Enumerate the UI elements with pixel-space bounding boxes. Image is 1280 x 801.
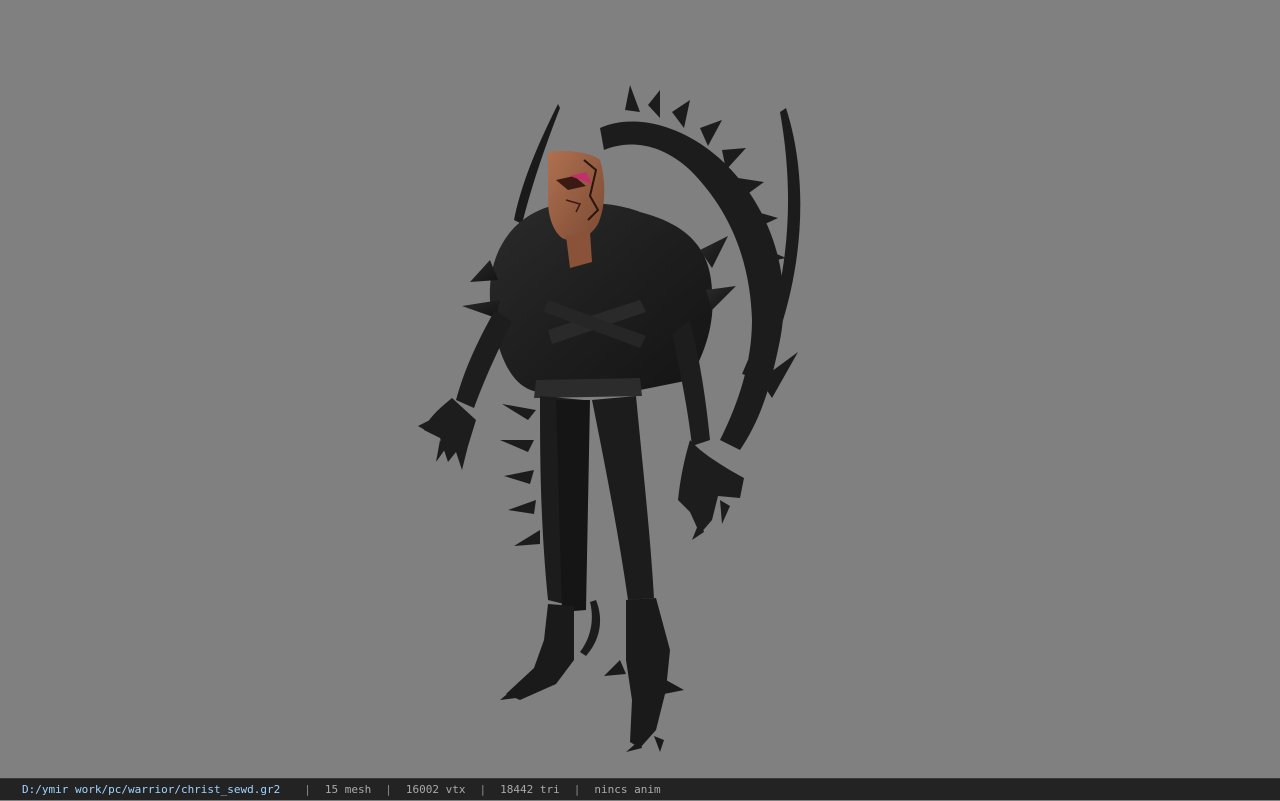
status-bar: D:/ymir work/pc/warrior/christ_sewd.gr2 …: [0, 778, 1280, 800]
mesh-count-label: 15 mesh: [324, 782, 372, 796]
status-separator: |: [479, 782, 487, 796]
3d-viewport[interactable]: [0, 0, 1280, 778]
status-separator: |: [385, 782, 392, 796]
file-path-label: D:/ymir work/pc/warrior/christ_sewd.gr2: [22, 782, 281, 796]
vertex-count-label: 16002 vtx: [405, 782, 466, 796]
character-model-icon[interactable]: [0, 0, 1280, 778]
animation-status-label: nincs anim: [594, 782, 661, 796]
triangle-count-label: 18442 tri: [500, 782, 560, 796]
left-arm: [418, 310, 512, 470]
status-separator: |: [573, 782, 581, 796]
status-separator: |: [304, 782, 311, 796]
